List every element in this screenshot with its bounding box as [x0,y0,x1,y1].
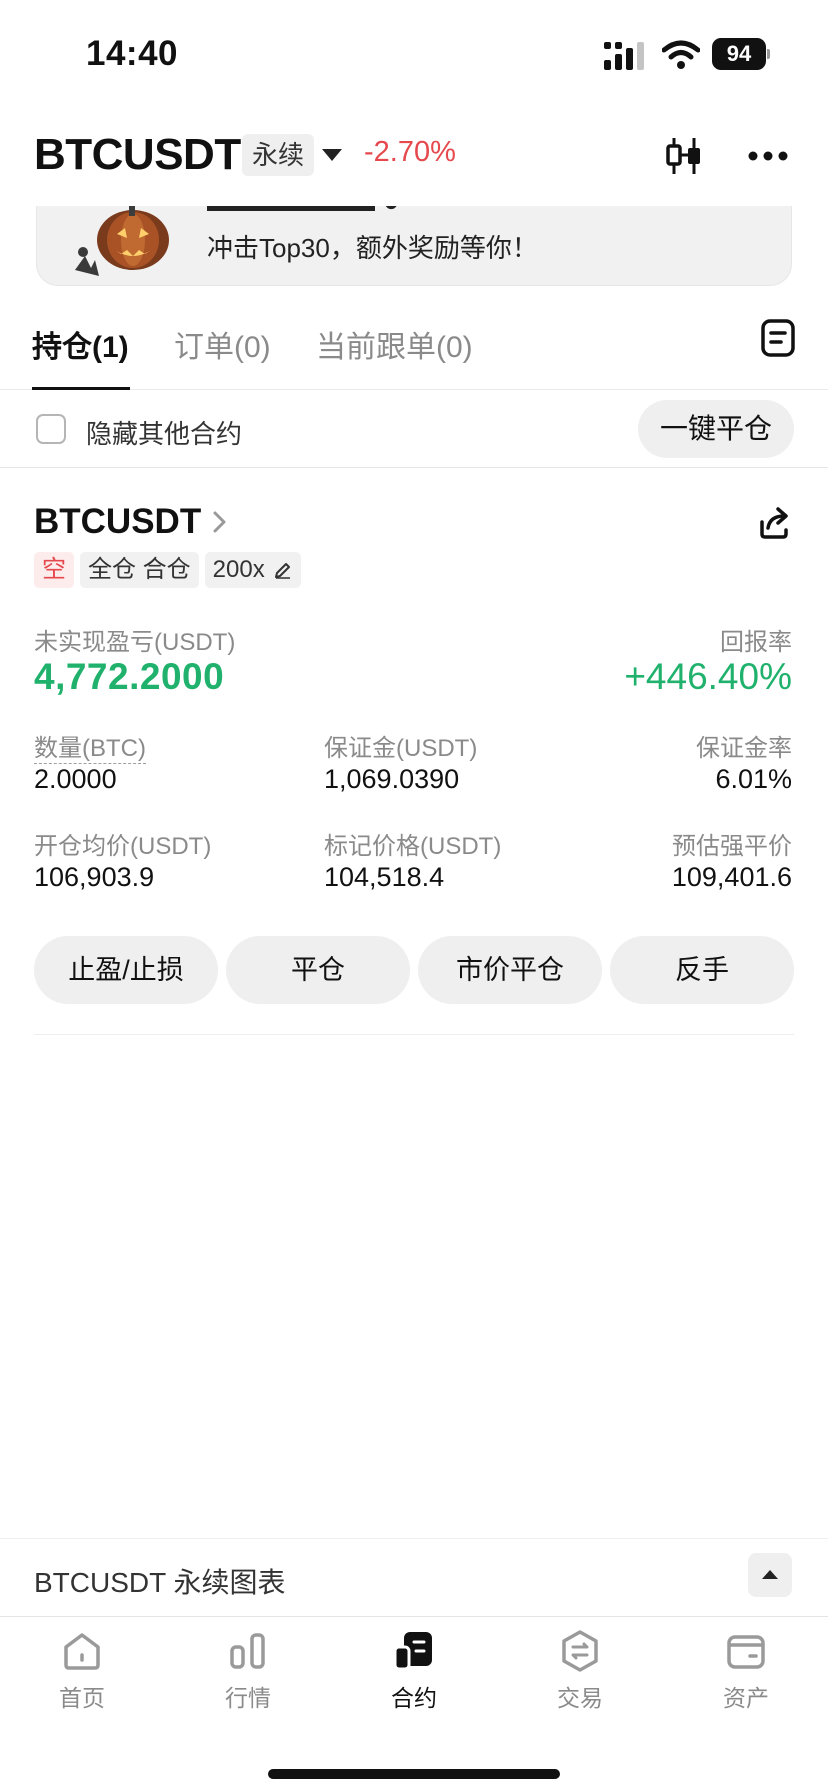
position-card: BTCUSDT 空全仓 合仓 200x 未实现盈亏(USDT) 4,772.200… [0,470,828,1036]
leverage-value: 200x [212,556,265,583]
nav-home[interactable]: 首页 [22,1629,142,1719]
mark-price-value: 104,518.4 [324,862,445,892]
unrealized-pnl-label: 未实现盈亏(USDT) [34,629,236,656]
caret-down-icon[interactable] [320,146,344,164]
entry-price-value: 106,903.9 [34,862,155,892]
nav-trade-label: 交易 [557,1685,603,1711]
market-close-button[interactable]: 市价平仓 [418,936,602,1004]
roe-value: +446.40% [624,656,792,697]
margin-mode-tag: 全仓 合仓 [80,552,199,588]
pumpkin-illustration [75,206,169,276]
edit-icon[interactable] [273,559,293,579]
home-indicator [268,1769,560,1779]
nav-futures[interactable]: 合约 [354,1629,474,1719]
filter-row: 隐藏其他合约 一键平仓 [0,392,828,468]
header: BTCUSDT 永续 -2.70% [0,116,828,196]
bottom-navigation: 首页 行情 合约 交易 资产 [0,1616,828,1792]
roe-label: 回报率 [720,629,792,656]
order-history-icon[interactable] [760,318,796,358]
hide-other-contracts-label[interactable]: 隐藏其他合约 [86,414,242,451]
margin-rate-label: 保证金率 [696,735,792,762]
more-icon[interactable] [748,150,788,162]
status-time: 14:40 [86,34,179,73]
chart-drawer-label[interactable]: BTCUSDT 永续图表 [34,1561,286,1601]
margin-rate-value: 6.01% [715,764,792,794]
tp-sl-button[interactable]: 止盈/止损 [34,936,218,1004]
banner-title: ▬▬▬▬▬▬ ● [207,206,400,218]
divider [34,1034,794,1035]
quantity-label[interactable]: 数量(BTC) [34,728,146,764]
candlestick-chart-icon[interactable] [664,136,704,176]
market-icon [230,1633,265,1669]
tab-orders[interactable]: 订单(0) [174,322,271,366]
contract-type-badge: 永续 [242,134,315,176]
position-tabs: 持仓(1) 订单(0) 当前跟单(0) [0,318,828,390]
trade-icon [562,1630,598,1672]
unrealized-pnl-value: 4,772.2000 [34,656,225,697]
share-icon[interactable] [756,504,792,540]
expand-chart-button[interactable] [748,1553,792,1597]
nav-futures-label: 合约 [391,1685,437,1711]
futures-icon [393,1632,432,1671]
position-actions: 止盈/止损 平仓 市价平仓 反手 [34,936,794,1004]
margin-label: 保证金(USDT) [324,735,478,762]
battery-indicator: 94 [712,38,770,70]
symbol-title[interactable]: BTCUSDT [34,130,241,180]
reverse-position-button[interactable]: 反手 [610,936,794,1004]
status-bar: 14:40 94 [0,0,828,110]
banner-text: 冲击Top30，额外奖励等你！ [207,233,538,263]
cellular-signal-icon [604,42,644,70]
home-icon [64,1633,100,1670]
promo-banner[interactable]: ▬▬▬▬▬▬ ● 冲击Top30，额外奖励等你！ [36,206,792,286]
wifi-icon [662,40,700,69]
tab-copy-trading[interactable]: 当前跟单(0) [316,322,473,366]
quantity-value: 2.0000 [34,764,117,794]
price-change-percent: -2.70% [364,136,456,168]
position-tags: 空全仓 合仓 200x [34,552,307,588]
side-tag: 空 [34,552,74,588]
close-position-button[interactable]: 平仓 [226,936,410,1004]
caret-up-icon [762,1570,778,1579]
entry-price-label: 开仓均价(USDT) [34,833,212,860]
close-all-button[interactable]: 一键平仓 [637,400,794,458]
nav-market[interactable]: 行情 [188,1629,308,1719]
nav-home-label: 首页 [59,1685,105,1711]
nav-market-label: 行情 [225,1685,271,1711]
battery-level: 94 [712,38,766,70]
tab-positions[interactable]: 持仓(1) [32,322,129,366]
margin-value: 1,069.0390 [324,764,460,794]
chart-drawer-bar[interactable]: BTCUSDT 永续图表 [0,1538,828,1616]
nav-trade[interactable]: 交易 [520,1629,640,1719]
chevron-right-icon[interactable] [212,510,228,534]
nav-assets-label: 资产 [723,1685,769,1711]
liquidation-price-label: 预估强平价 [672,833,792,860]
mark-price-label: 标记价格(USDT) [324,833,502,860]
nav-assets[interactable]: 资产 [686,1629,806,1719]
leverage-tag[interactable]: 200x [204,552,301,588]
position-symbol[interactable]: BTCUSDT [34,502,201,542]
active-tab-indicator [32,387,130,390]
liquidation-price-value: 109,401.6 [671,862,792,892]
hide-other-contracts-checkbox[interactable] [36,414,66,444]
wallet-icon [727,1635,765,1669]
